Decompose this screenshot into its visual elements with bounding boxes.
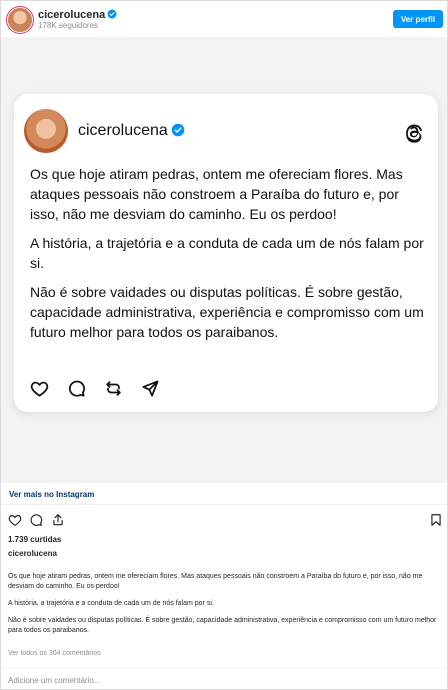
caption-paragraph: Não é sobre vaidades ou disputas polític… [8,617,437,634]
view-profile-button[interactable]: Ver perfil [393,10,443,28]
header-username[interactable]: cicerolucena [38,9,105,21]
card-username-row: cicerolucena [78,122,185,140]
caption-paragraph: Os que hoje atiram pedras, ontem me ofer… [8,573,423,590]
comment-icon[interactable] [29,513,43,527]
heart-icon [30,381,49,397]
header-username-row[interactable]: cicerolucena [38,9,117,21]
like-count[interactable]: 1.739 curtidas [8,535,61,544]
caption-paragraph: A história, a trajetória e a conduta de … [8,600,214,607]
verified-badge-icon [107,9,117,19]
follower-count: 178K seguidores [38,21,99,30]
card-paragraph: Não é sobre vaidades ou disputas polític… [30,284,424,340]
bookmark-icon[interactable] [429,513,443,527]
divider [1,504,447,505]
verified-badge-icon [171,123,185,137]
share-upload-icon[interactable] [51,513,65,527]
comment-icon [69,380,85,397]
caption-username[interactable]: cicerolucena [8,549,57,558]
threads-logo-icon [406,124,423,143]
card-actions [30,379,160,398]
repost-icon [106,381,121,396]
instagram-embed: cicerolucena 178K seguidores Ver perfil … [0,0,448,690]
comment-input[interactable] [8,676,428,685]
post-actions [8,513,443,529]
card-paragraph: Os que hoje atiram pedras, ontem me ofer… [30,166,403,222]
share-icon [142,380,159,397]
card-username: cicerolucena [78,122,168,139]
card-body: Os que hoje atiram pedras, ontem me ofer… [30,164,430,351]
post-media[interactable]: cicerolucena Os que hoje atiram pedras, … [1,37,447,483]
post-header: cicerolucena 178K seguidores Ver perfil [1,1,447,37]
caption-body: Os que hoje atiram pedras, ontem me ofer… [8,572,440,643]
view-more-link[interactable]: Ver mais no Instagram [9,490,94,499]
view-all-comments-link[interactable]: Ver todos os 304 comentários [8,650,101,657]
like-heart-icon[interactable] [8,513,22,527]
threads-post-card: cicerolucena Os que hoje atiram pedras, … [14,94,438,412]
divider [1,668,447,669]
avatar[interactable] [8,8,32,32]
card-paragraph: A história, a trajetória e a conduta de … [30,235,424,271]
card-avatar [24,109,68,153]
